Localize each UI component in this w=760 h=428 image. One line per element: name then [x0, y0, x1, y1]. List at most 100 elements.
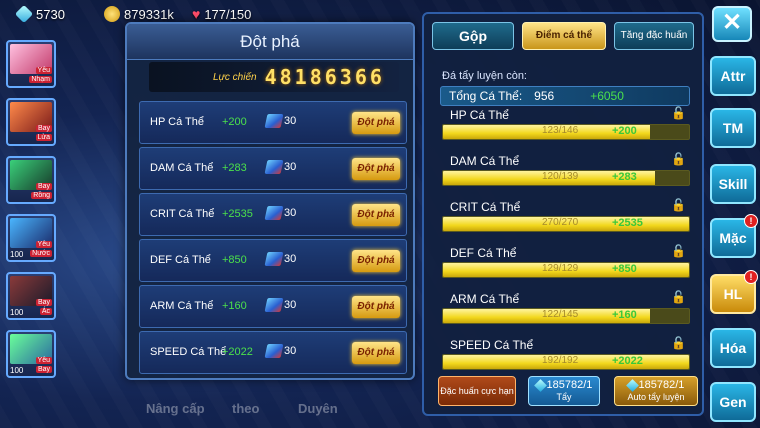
party-slot-5[interactable]: Bay Ác 100 — [6, 272, 56, 320]
breakthrough-row-dam: DAM Cá Thể +283 30 Đột phá — [139, 147, 407, 190]
lock-icon[interactable]: 🔓 — [671, 198, 686, 212]
auto-count: 185782/1 — [638, 379, 685, 391]
skill-book-icon — [264, 252, 284, 266]
stone-icon — [625, 378, 639, 392]
skill-book-icon — [264, 160, 284, 174]
breakthrough-button[interactable]: Đột phá — [352, 250, 400, 272]
gem-counter: 5730 — [14, 4, 65, 24]
type-tag: Bay — [35, 183, 52, 190]
total-label: Tổng Cá Thể: — [449, 89, 523, 103]
stat-add: +2535 — [612, 217, 643, 229]
lock-icon[interactable]: 🔓 — [671, 244, 686, 258]
type-tag: Bay — [35, 366, 52, 373]
modal-title: Đột phá — [127, 24, 413, 60]
power-label: Lực chiến — [213, 71, 257, 83]
nav-attr[interactable]: Attr — [710, 56, 756, 96]
skill-book-icon — [264, 298, 284, 312]
stat-label: SPEED Cá Thể — [450, 338, 534, 352]
stat-bar-def: DEF Cá Thể 🔓 129/129 +850 — [442, 244, 692, 286]
stat-bonus: +2535 — [222, 208, 253, 220]
lock-icon[interactable]: 🔓 — [671, 106, 686, 120]
type-tag: Ác — [39, 308, 52, 315]
party-slot-6[interactable]: Yêu Bay 100 — [6, 330, 56, 378]
lock-icon[interactable]: 🔓 — [671, 290, 686, 304]
party-slot-4[interactable]: Yêu Nước 100 — [6, 214, 56, 262]
skill-book-icon — [264, 114, 284, 128]
breakthrough-row-def: DEF Cá Thể +850 30 Đột phá — [139, 239, 407, 282]
power-value: 48186366 — [264, 65, 385, 89]
stat-bonus: +850 — [222, 254, 247, 266]
nav-hl-label: HL — [723, 286, 743, 302]
stat-add: +850 — [612, 263, 637, 275]
nav-tm[interactable]: TM — [710, 108, 756, 148]
tab-merge[interactable]: Gộp — [432, 22, 514, 50]
total-value: 956 — [534, 89, 555, 103]
party-slot-1[interactable]: Yêu Nhạm — [6, 40, 56, 88]
auto-wash-button[interactable]: 185782/1 Auto tẩy luyện — [614, 376, 698, 406]
total-individual: Tổng Cá Thể: 956 +6050 — [440, 86, 690, 106]
gem-icon — [14, 4, 34, 24]
nav-mac[interactable]: Mặc! — [710, 214, 758, 258]
combat-power: Lực chiến 48186366 — [149, 62, 399, 92]
nav-hl[interactable]: HL! — [710, 270, 758, 314]
stat-bonus: +2022 — [222, 346, 253, 358]
type-tag: Bay — [35, 125, 52, 132]
cost-value: 30 — [284, 207, 297, 219]
stat-bar-dam: DAM Cá Thể 🔓 120/139 +283 — [442, 152, 692, 194]
breakthrough-modal: Đột phá Lực chiến 48186366 HP Cá Thể +20… — [125, 22, 415, 380]
stat-name: SPEED Cá Thể — [150, 346, 227, 358]
type-tag: Yêu — [35, 67, 52, 74]
nav-gen[interactable]: Gen — [710, 382, 756, 422]
stat-name: CRIT Cá Thể — [150, 208, 215, 220]
stat-bonus: +160 — [222, 300, 247, 312]
party-slot-2[interactable]: Bay Lửa — [6, 98, 56, 146]
stone-icon — [533, 378, 547, 392]
party-slot-3[interactable]: Bay Rồng — [6, 156, 56, 204]
stamina-counter: ♥ 177/150 — [192, 6, 251, 22]
wash-count: 185782/1 — [546, 379, 593, 391]
alert-badge: ! — [744, 214, 758, 228]
cost-value: 30 — [284, 115, 297, 127]
breakthrough-row-speed: SPEED Cá Thể +2022 30 Đột phá — [139, 331, 407, 374]
bottom-hint-fate[interactable]: Duyên — [298, 401, 338, 416]
remaining-stones-label: Đá tẩy luyện còn: — [442, 70, 527, 82]
stat-label: CRIT Cá Thể — [450, 200, 521, 214]
breakthrough-button[interactable]: Đột phá — [352, 204, 400, 226]
cost-value: 30 — [284, 299, 297, 311]
stat-label: DAM Cá Thể — [450, 154, 520, 168]
bottom-hint-follow[interactable]: theo — [232, 401, 259, 416]
bottom-hint-upgrade[interactable]: Nâng cấp — [146, 401, 205, 416]
breakthrough-button[interactable]: Đột phá — [352, 112, 400, 134]
lock-icon[interactable]: 🔓 — [671, 336, 686, 350]
alert-badge: ! — [744, 270, 758, 284]
level-label: 100 — [10, 250, 24, 259]
level-label: 100 — [10, 308, 24, 317]
stat-progress: 123/146 — [542, 125, 579, 136]
breakthrough-row-hp: HP Cá Thể +200 30 Đột phá — [139, 101, 407, 144]
type-tag: Bay — [35, 299, 52, 306]
stat-add: +160 — [612, 309, 637, 321]
wash-cost: 185782/1 — [529, 378, 599, 392]
nav-hoa[interactable]: Hóa — [710, 328, 756, 368]
lock-icon[interactable]: 🔓 — [671, 152, 686, 166]
type-tag: Yêu — [35, 357, 52, 364]
stat-progress: 122/145 — [542, 309, 579, 320]
breakthrough-button[interactable]: Đột phá — [352, 158, 400, 180]
breakthrough-button[interactable]: Đột phá — [352, 342, 400, 364]
cost-value: 30 — [284, 253, 297, 265]
tab-special-training[interactable]: Tăng đặc huấn — [614, 22, 694, 50]
gem-value: 5730 — [36, 6, 65, 22]
cost: 30 — [264, 206, 297, 220]
stat-bar-speed: SPEED Cá Thể 🔓 192/192 +2022 — [442, 336, 692, 378]
breakthrough-button[interactable]: Đột phá — [352, 296, 400, 318]
breakthrough-row-crit: CRIT Cá Thể +2535 30 Đột phá — [139, 193, 407, 236]
stat-name: ARM Cá Thể — [150, 300, 214, 312]
close-button[interactable]: ✕ — [712, 6, 752, 42]
nav-skill[interactable]: Skill — [710, 164, 756, 204]
panel-tabs: Gộp Điểm cá thể Tăng đặc huấn — [432, 22, 694, 50]
wash-label: Tẩy — [556, 392, 572, 402]
tab-individual-points[interactable]: Điểm cá thể — [522, 22, 606, 50]
wash-button[interactable]: 185782/1 Tẩy — [528, 376, 600, 406]
stat-bar-hp: HP Cá Thể 🔓 123/146 +200 — [442, 106, 692, 148]
special-training-button[interactable]: Đặc huấn cực hạn — [438, 376, 516, 406]
